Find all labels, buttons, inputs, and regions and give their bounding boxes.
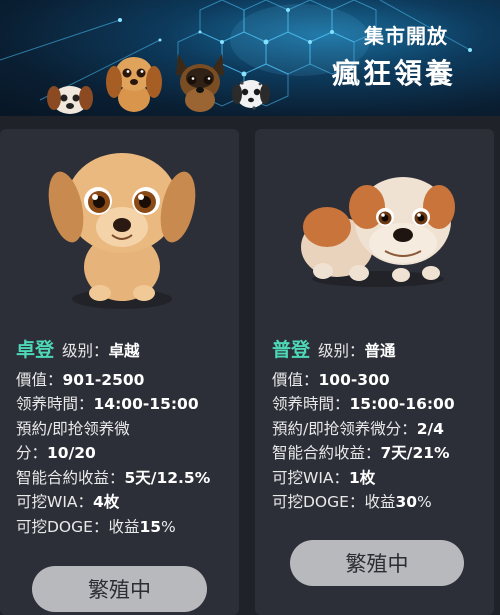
time-row: 领养時間：14:00-15:00: [16, 395, 199, 413]
pet-name: 卓登: [16, 339, 55, 361]
income-row: 智能合約收益：7天/21%: [272, 444, 450, 462]
price-value: 901-2500: [62, 370, 145, 389]
income-value: 5天/12.5%: [124, 468, 211, 487]
time-row: 领养時間：15:00-16:00: [272, 395, 455, 413]
promo-banner[interactable]: 集市開放 瘋狂領養: [0, 0, 500, 116]
wia-row: 可挖WIA：4枚: [16, 493, 120, 511]
pet-card-zhuodeng[interactable]: 卓登 级别：卓越 價值：901-2500 领养時間：14:00-15:00 預約…: [0, 129, 239, 615]
pet-card-pudeng[interactable]: 普登 级别：普通 價值：100-300 领养時間：15:00-16:00 預約/…: [255, 129, 494, 615]
breeding-button[interactable]: 繁殖中: [32, 566, 207, 612]
points-row-cont: 分：10/20: [16, 444, 96, 462]
price-value: 100-300: [318, 370, 390, 389]
price-row: 價值：100-300: [272, 370, 390, 389]
page: 集市開放 瘋狂領養 卓登 级别：卓越 價值：901-2500 领养時間：14:0…: [0, 0, 500, 615]
shepherd-icon: [176, 54, 224, 112]
income-row: 智能合約收益：5天/12.5%: [16, 468, 211, 487]
price-row: 價值：901-2500: [16, 370, 145, 389]
doge-value: 15: [139, 517, 162, 536]
pet-name: 普登: [272, 339, 311, 361]
level-value: 卓越: [108, 342, 140, 360]
points-value: 2/4: [416, 419, 444, 438]
wia-row: 可挖WIA：1枚: [272, 468, 376, 487]
time-value: 14:00-15:00: [93, 395, 199, 413]
dalmatian-icon: [232, 80, 270, 110]
doge-row: 可挖DOGE：收益30%: [272, 493, 432, 511]
pet-info: 普登 级别：普通 價值：100-300 领养時間：15:00-16:00 預約/…: [272, 335, 486, 515]
spaniel-icon: [106, 57, 162, 112]
bulldog-icon: [301, 177, 455, 287]
banner-subtitle: 瘋狂領養: [331, 57, 456, 90]
doge-row: 可挖DOGE：收益15%: [16, 517, 176, 536]
points-row: 預約/即抢领养微: [16, 419, 130, 438]
level-label: 级别：: [318, 342, 365, 360]
wia-value: 4枚: [93, 493, 120, 511]
level-value: 普通: [364, 342, 396, 360]
banner-title: 集市開放: [364, 24, 448, 48]
points-row: 預約/即抢领养微分：2/4: [272, 419, 444, 438]
puppy-icon: [48, 153, 196, 309]
wia-value: 1枚: [349, 468, 376, 487]
level-label: 级别：: [62, 342, 109, 360]
breeding-button[interactable]: 繁殖中: [290, 540, 464, 586]
doge-value: 30: [395, 493, 418, 511]
income-value: 7天/21%: [380, 444, 450, 462]
beagle-icon: [47, 86, 93, 114]
points-value: 10/20: [47, 444, 96, 462]
pet-info: 卓登 级别：卓越 價值：901-2500 领养時間：14:00-15:00 預約…: [16, 335, 231, 539]
time-value: 15:00-16:00: [349, 395, 455, 413]
